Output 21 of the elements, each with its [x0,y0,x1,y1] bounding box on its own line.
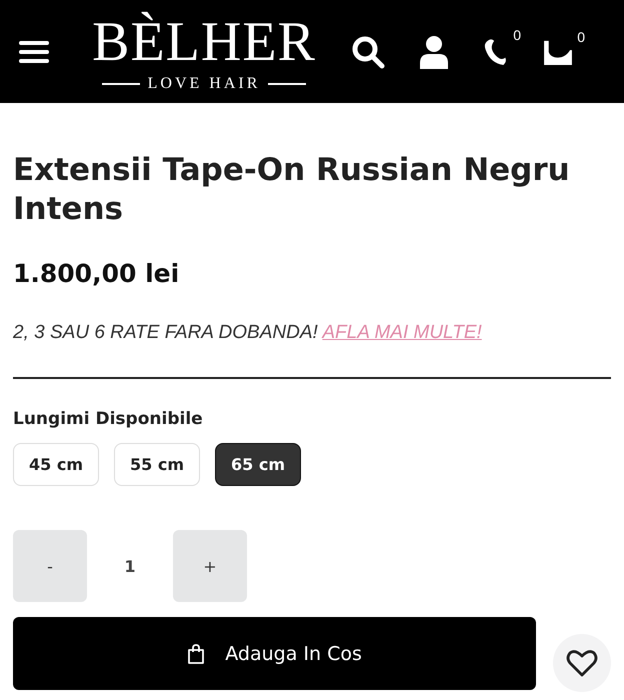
lengths-label: Lungimi Disponibile [13,409,204,429]
logo-tagline: LOVE HAIR [148,74,260,92]
quantity-field[interactable]: 1 [87,530,173,602]
product-title: Extensii Tape-On Russian Negru Intens [13,151,571,229]
logo-wordmark[interactable]: BÈLHER [92,10,316,72]
product-price: 1.800,00 lei [13,259,180,288]
cart-count: 0 [577,28,585,44]
length-option[interactable]: 55 cm [114,443,200,486]
phone-icon[interactable] [483,36,509,66]
decrease-button[interactable]: - [13,530,87,602]
length-option[interactable]: 65 cm [215,443,301,486]
menu-icon[interactable] [19,40,49,64]
wishlist-count: 0 [513,26,521,42]
search-icon[interactable] [351,34,385,68]
installments-text: 2, 3 SAU 6 RATE FARA DOBANDA! AFLA MAI MULTE! [13,322,483,344]
increase-button[interactable]: + [173,530,247,602]
shopping-bag-icon [187,644,206,664]
add-to-cart-button[interactable]: Adauga In Cos [13,617,536,690]
user-icon[interactable] [419,34,449,68]
length-option[interactable]: 45 cm [13,443,99,486]
heart-icon [566,649,598,677]
